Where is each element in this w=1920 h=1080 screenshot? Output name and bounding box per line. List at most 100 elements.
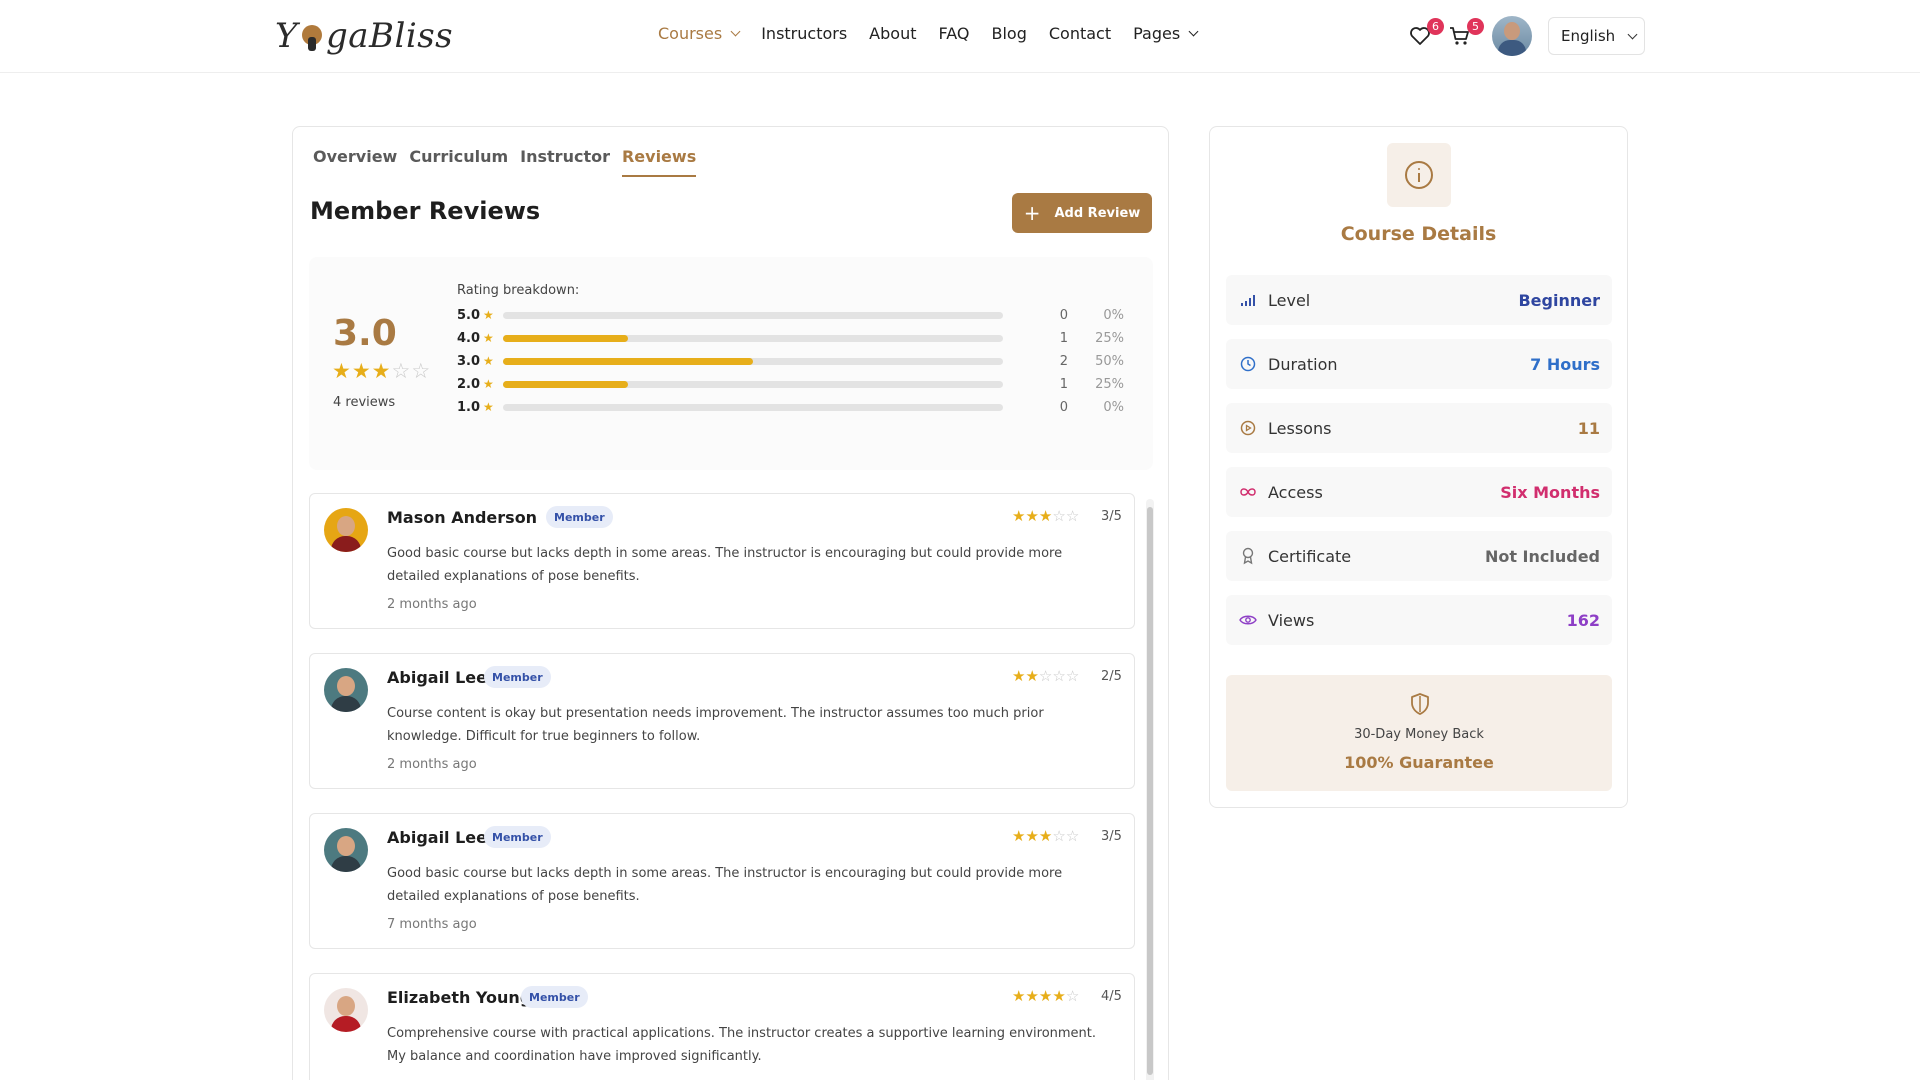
review-card: Abigail Lee Member ★ ★ ★ ☆ ☆ 3/5 Good basic … [309, 813, 1135, 949]
money-back-guarantee: 30-Day Money Back 100% Guarantee [1226, 675, 1612, 791]
detail-row-level: Level Beginner [1226, 275, 1612, 325]
detail-label: Level [1268, 290, 1311, 310]
reviewer-name: Mason Anderson [387, 508, 538, 527]
breakdown-level: 5.0 [457, 307, 481, 323]
nav-about[interactable]: About [869, 24, 916, 43]
breakdown-level: 4.0 [457, 330, 481, 346]
star-empty-icon: ☆ [1052, 827, 1066, 845]
star-filled-icon: ★ [1012, 987, 1026, 1005]
plus-icon: + [1023, 201, 1041, 225]
logo[interactable]: Y gaBliss [275, 14, 453, 58]
nav-courses-label: Courses [658, 24, 723, 43]
review-card: Abigail Lee Member ★ ★ ☆ ☆ ☆ 2/5 Course cont… [309, 653, 1135, 789]
nav-blog[interactable]: Blog [991, 24, 1026, 43]
scrollbar-thumb[interactable] [1147, 507, 1153, 1075]
chevron-down-icon [730, 26, 741, 37]
nav-blog-label: Blog [991, 24, 1027, 43]
nav-instructors[interactable]: Instructors [761, 24, 847, 43]
reviews-scrollbar[interactable] [1146, 499, 1154, 1080]
star-filled-icon: ★ [1012, 507, 1026, 525]
breakdown-bar [503, 380, 1003, 388]
review-list: Mason Anderson Member ★ ★ ★ ☆ ☆ 3/5 Good bas… [309, 493, 1143, 1080]
star-filled-icon: ★ [351, 359, 371, 383]
star-empty-icon: ☆ [1065, 987, 1080, 1005]
star-empty-icon: ☆ [1065, 827, 1080, 845]
logo-text-start: Y [275, 16, 298, 56]
breakdown-label: Rating breakdown: [457, 283, 580, 298]
nav-courses[interactable]: Courses [658, 24, 741, 43]
review-count: 4 reviews [333, 395, 396, 410]
breakdown-percent: 0% [1103, 307, 1124, 323]
breakdown-count: 2 [1059, 353, 1068, 369]
chevron-down-icon [1627, 29, 1638, 39]
detail-label: Certificate [1268, 546, 1352, 566]
average-rating: 3.0 [333, 313, 397, 354]
tab-instructor[interactable]: Instructor [520, 147, 610, 177]
breakdown-row: 2.0 ★ 1 25% [457, 374, 1127, 394]
breakdown-bar [503, 334, 1003, 342]
detail-value: 7 Hours [1530, 354, 1600, 374]
star-filled-icon: ★ [483, 354, 494, 368]
play-circle-icon [1239, 419, 1257, 437]
nav-instructors-label: Instructors [761, 24, 848, 43]
infinity-icon [1239, 483, 1257, 501]
language-select[interactable]: English [1548, 17, 1645, 55]
breakdown-bar-fill [503, 380, 628, 388]
review-card: Mason Anderson Member ★ ★ ★ ☆ ☆ 3/5 Good bas… [309, 493, 1135, 629]
main-nav: Courses Instructors About FAQ Blog Conta… [658, 24, 1219, 43]
nav-faq[interactable]: FAQ [938, 24, 969, 43]
star-filled-icon: ★ [483, 400, 494, 414]
breakdown-bar [503, 403, 1003, 411]
star-empty-icon: ☆ [1052, 507, 1066, 525]
review-score: 3/5 [1101, 829, 1122, 844]
add-review-label: Add Review [1054, 205, 1141, 221]
review-stars: ★ ★ ★ ☆ ☆ [1012, 509, 1079, 524]
breakdown-row: 1.0 ★ 0 0% [457, 397, 1127, 417]
breakdown-level: 2.0 [457, 376, 481, 392]
detail-value: Six Months [1500, 482, 1600, 502]
course-tabs: Overview Curriculum Instructor Reviews [313, 147, 697, 177]
review-time: 2 months ago [387, 597, 477, 612]
member-badge: Member [484, 826, 551, 848]
detail-label: Access [1268, 482, 1323, 502]
breakdown-percent: 50% [1095, 353, 1124, 369]
nav-pages[interactable]: Pages [1133, 24, 1199, 43]
review-score: 4/5 [1101, 989, 1122, 1004]
review-card: Elizabeth Young Member ★ ★ ★ ★ ☆ 4/5 Compreh… [309, 973, 1135, 1080]
star-filled-icon: ★ [1025, 987, 1039, 1005]
member-badge: Member [484, 666, 551, 688]
detail-row-lessons: Lessons 11 [1226, 403, 1612, 453]
member-badge: Member [521, 986, 588, 1008]
breakdown-count: 1 [1059, 376, 1068, 392]
tab-reviews[interactable]: Reviews [621, 147, 697, 177]
tab-overview[interactable]: Overview [313, 147, 397, 177]
star-filled-icon: ★ [1038, 987, 1053, 1005]
user-avatar[interactable] [1492, 16, 1532, 56]
star-filled-icon: ★ [1038, 507, 1053, 525]
member-badge: Member [546, 506, 613, 528]
clock-icon [1239, 355, 1257, 373]
tab-curriculum[interactable]: Curriculum [409, 147, 508, 177]
guarantee-line-2: 100% Guarantee [1344, 753, 1494, 772]
nav-faq-label: FAQ [938, 24, 970, 43]
star-filled-icon: ★ [1012, 827, 1026, 845]
eye-icon [1239, 611, 1257, 629]
star-empty-icon: ☆ [391, 359, 411, 383]
breakdown-bar [503, 357, 1003, 365]
language-label: English [1561, 27, 1616, 45]
info-icon-box [1387, 143, 1451, 207]
detail-row-views: Views 162 [1226, 595, 1612, 645]
breakdown-level: 3.0 [457, 353, 481, 369]
star-filled-icon: ★ [1012, 667, 1026, 685]
review-stars: ★ ★ ★ ☆ ☆ [1012, 829, 1079, 844]
cart-button[interactable]: 5 [1448, 18, 1484, 50]
review-stars: ★ ★ ★ ★ ☆ [1012, 989, 1079, 1004]
wishlist-button[interactable]: 6 [1408, 18, 1444, 50]
reviewer-avatar [324, 828, 368, 872]
add-review-button[interactable]: + Add Review [1012, 193, 1152, 233]
detail-value: 11 [1577, 418, 1600, 438]
site-header: Y gaBliss Courses Instructors About FAQ … [0, 0, 1920, 73]
detail-value: 162 [1566, 610, 1600, 630]
nav-contact[interactable]: Contact [1049, 24, 1111, 43]
star-filled-icon: ★ [483, 331, 494, 345]
